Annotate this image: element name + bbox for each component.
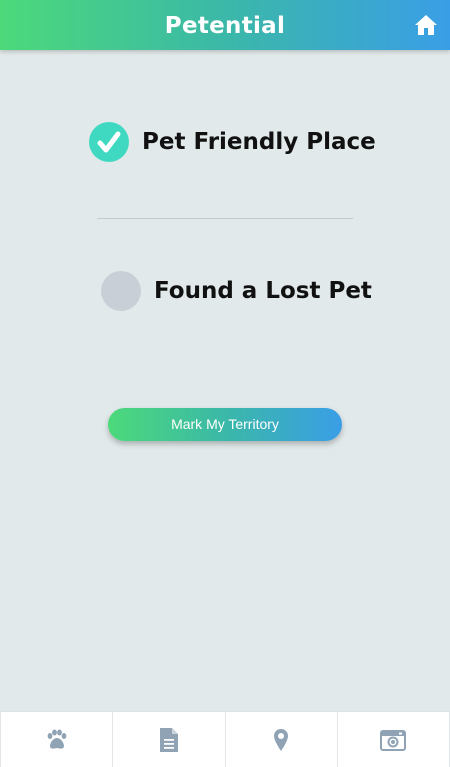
home-button[interactable] [414,14,438,36]
paw-icon [47,729,67,749]
divider [97,218,353,219]
app-header: Petential [0,0,450,50]
tab-document[interactable] [113,712,226,767]
checkmark-icon [97,131,121,153]
app-title: Petential [164,13,286,39]
home-icon [415,15,437,35]
option-pet-friendly-place[interactable]: Pet Friendly Place [89,122,376,162]
tab-paw[interactable] [0,712,114,767]
radio-selected[interactable] [89,122,129,162]
map-pin-icon [274,728,289,751]
bottom-tab-bar [0,711,450,767]
tab-camera[interactable] [338,712,450,767]
option-label: Found a Lost Pet [154,278,372,304]
option-label: Pet Friendly Place [142,129,376,155]
document-icon [159,727,178,752]
option-found-lost-pet[interactable]: Found a Lost Pet [101,271,372,311]
mark-my-territory-button[interactable]: Mark My Territory [108,408,342,441]
tab-location[interactable] [226,712,338,767]
camera-icon [380,729,407,751]
radio-unselected[interactable] [101,271,141,311]
